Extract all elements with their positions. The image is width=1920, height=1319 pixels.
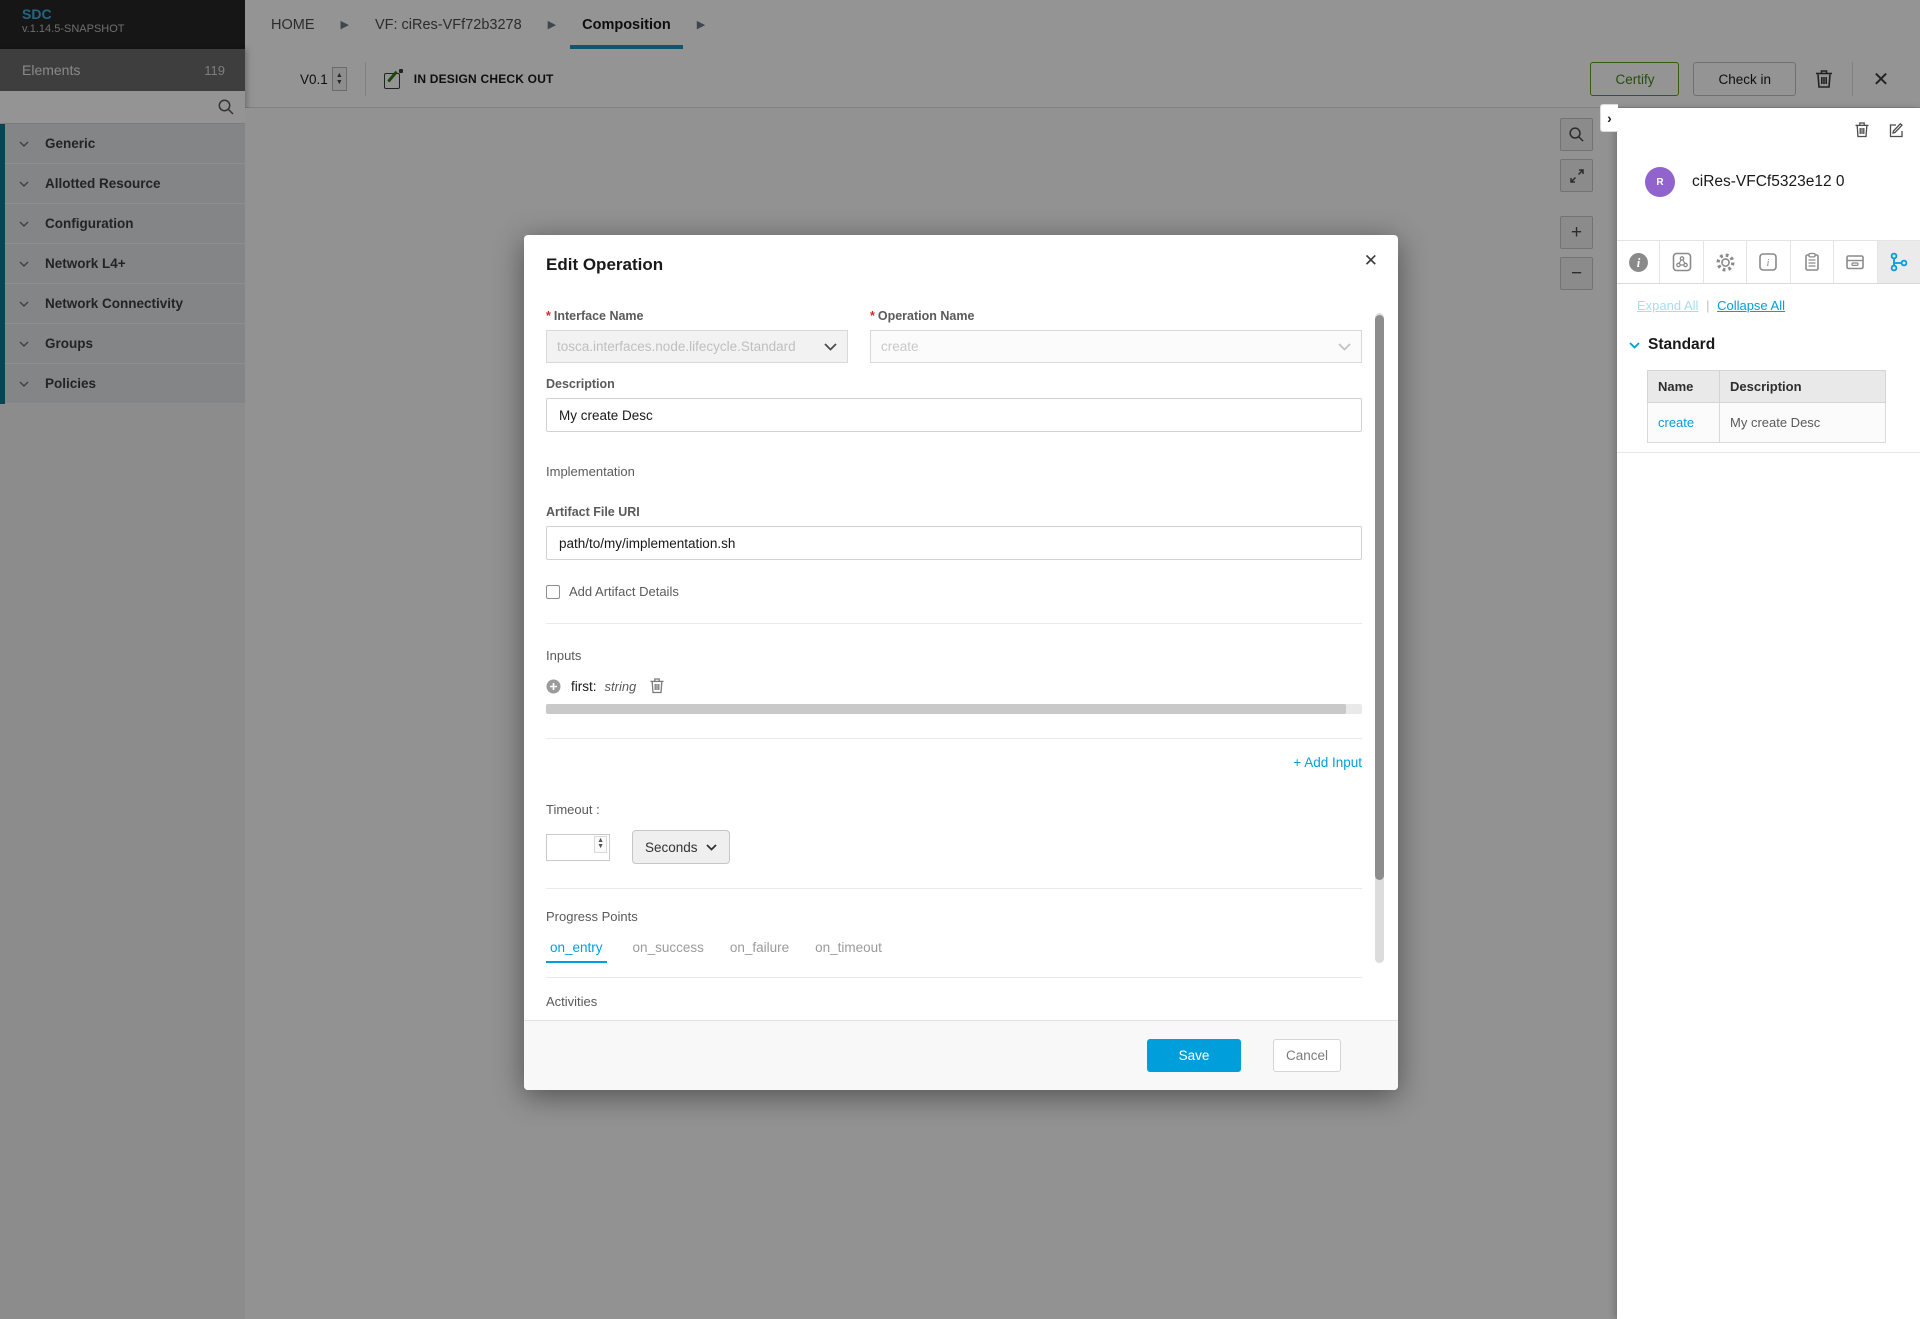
timeout-controls: ▲▼ Seconds	[546, 830, 1362, 864]
tab-information-artifacts[interactable]: i	[1747, 241, 1790, 283]
divider	[546, 738, 1362, 739]
links-separator: |	[1706, 298, 1709, 313]
tab-composition[interactable]	[1660, 241, 1703, 283]
timeout-unit-value: Seconds	[645, 840, 698, 855]
collapse-all-link[interactable]: Collapse All	[1717, 298, 1785, 313]
tab-settings[interactable]	[1704, 241, 1747, 283]
standard-section-header[interactable]: Standard	[1629, 336, 1715, 354]
cancel-button[interactable]: Cancel	[1273, 1039, 1341, 1072]
divider	[546, 977, 1362, 978]
description-input[interactable]	[546, 398, 1362, 432]
component-detail-panel: › R ciRes-VFCf5323e12 0 i i	[1617, 108, 1920, 1319]
expand-all-link[interactable]: Expand All	[1637, 298, 1698, 313]
avatar: R	[1645, 167, 1675, 197]
interface-name-select[interactable]: tosca.interfaces.node.lifecycle.Standard	[546, 330, 848, 363]
divider	[1617, 452, 1920, 453]
expand-collapse-links: Expand All | Collapse All	[1637, 298, 1785, 313]
expand-plus-icon[interactable]	[546, 679, 561, 694]
artifact-uri-input[interactable]	[546, 526, 1362, 560]
chevron-down-icon	[1629, 342, 1640, 349]
panel-tab-bar: i i	[1617, 240, 1920, 284]
edit-operation-modal: Edit Operation ✕ *Interface Name tosca.i…	[524, 235, 1398, 1090]
add-artifact-details-row: Add Artifact Details	[546, 584, 1362, 599]
interface-name-label: *Interface Name	[546, 309, 848, 323]
progress-points-label: Progress Points	[546, 909, 1362, 924]
operations-table: Name Description create My create Desc	[1647, 370, 1886, 443]
add-input-link: + Add Input	[546, 755, 1362, 770]
modal-footer: Save Cancel	[524, 1020, 1398, 1090]
input-parameter-row: first: string	[546, 678, 1362, 694]
tab-on-success[interactable]: on_success	[633, 940, 704, 963]
divider	[546, 888, 1362, 889]
tab-tosca-artifacts[interactable]	[1791, 241, 1834, 283]
timeout-label: Timeout :	[546, 802, 1362, 817]
operation-link[interactable]: create	[1658, 415, 1694, 430]
close-icon[interactable]: ✕	[1364, 251, 1378, 271]
operation-name-value: create	[881, 339, 919, 354]
component-title: ciRes-VFCf5323e12 0	[1692, 173, 1845, 191]
tab-general-info[interactable]: i	[1617, 241, 1660, 283]
delete-icon[interactable]	[650, 678, 664, 694]
delete-icon[interactable]	[1852, 120, 1872, 140]
inputs-horizontal-scrollbar[interactable]	[546, 704, 1362, 714]
svg-text:i: i	[1636, 256, 1640, 270]
implementation-label: Implementation	[546, 464, 1362, 479]
description-label: Description	[546, 377, 1362, 391]
panel-top-actions	[1852, 120, 1906, 140]
interface-name-value: tosca.interfaces.node.lifecycle.Standard	[557, 339, 796, 354]
checkbox-label: Add Artifact Details	[569, 584, 679, 599]
tab-operations[interactable]	[1878, 241, 1920, 283]
add-artifact-details-checkbox[interactable]	[546, 585, 560, 599]
operation-name-select[interactable]: create	[870, 330, 1362, 363]
column-header-description: Description	[1720, 371, 1886, 403]
timeout-unit-select[interactable]: Seconds	[632, 830, 730, 864]
table-row: create My create Desc	[1648, 403, 1886, 443]
component-header: R ciRes-VFCf5323e12 0	[1617, 146, 1920, 218]
required-asterisk: *	[546, 309, 551, 323]
modal-title: Edit Operation	[546, 255, 663, 274]
operation-name-label: *Operation Name	[870, 309, 1362, 323]
modal-body: *Interface Name tosca.interfaces.node.li…	[524, 297, 1398, 1020]
chevron-down-icon	[824, 343, 837, 351]
section-title: Standard	[1648, 336, 1715, 354]
panel-collapse-button[interactable]: ›	[1600, 104, 1618, 132]
name-selects-row: *Interface Name tosca.interfaces.node.li…	[546, 309, 1362, 363]
chevron-down-icon	[1338, 343, 1351, 351]
tab-deployment-artifacts[interactable]	[1834, 241, 1877, 283]
table-header-row: Name Description	[1648, 371, 1886, 403]
modal-header: Edit Operation ✕	[524, 235, 1398, 297]
edit-icon[interactable]	[1886, 120, 1906, 140]
divider	[546, 623, 1362, 624]
modal-vertical-scrollbar[interactable]	[1375, 313, 1384, 963]
artifact-uri-label: Artifact File URI	[546, 505, 1362, 519]
save-button[interactable]: Save	[1147, 1039, 1241, 1072]
inputs-label: Inputs	[546, 648, 1362, 663]
tab-on-entry[interactable]: on_entry	[546, 940, 607, 963]
tab-on-failure[interactable]: on_failure	[730, 940, 789, 963]
tab-on-timeout[interactable]: on_timeout	[815, 940, 882, 963]
svg-text:i: i	[1767, 258, 1770, 269]
required-asterisk: *	[870, 309, 875, 323]
progress-points-tabs: on_entry on_success on_failure on_timeou…	[546, 940, 1362, 963]
activities-label: Activities	[546, 994, 1362, 1009]
input-type: string	[605, 679, 637, 694]
timeout-input-wrap: ▲▼	[546, 834, 610, 861]
column-header-name: Name	[1648, 371, 1720, 403]
operation-description: My create Desc	[1730, 415, 1820, 430]
add-input-button[interactable]: + Add Input	[1293, 755, 1362, 770]
input-name: first:	[571, 679, 597, 694]
number-stepper[interactable]: ▲▼	[594, 836, 607, 853]
